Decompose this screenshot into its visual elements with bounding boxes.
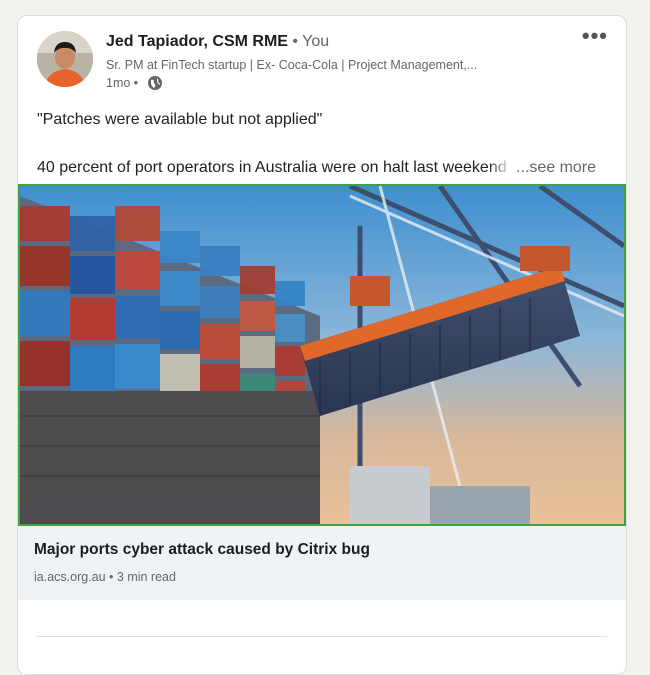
article-source: ia.acs.org.au • 3 min read <box>34 570 176 584</box>
author-name-text[interactable]: Jed Tapiador, CSM RME <box>106 33 288 50</box>
post-timestamp: 1mo • <box>106 76 139 90</box>
post-header: Jed Tapiador, CSM RME • You Sr. PM at Fi… <box>18 16 626 106</box>
author-name[interactable]: Jed Tapiador, CSM RME • You <box>106 33 329 51</box>
globe-icon <box>147 75 163 91</box>
see-more-link[interactable]: ...see more <box>516 156 596 180</box>
feed-post-card: Jed Tapiador, CSM RME • You Sr. PM at Fi… <box>17 15 627 675</box>
more-options-icon[interactable]: ••• <box>582 25 608 47</box>
shipping-containers-photo <box>20 186 624 524</box>
avatar-photo <box>37 31 93 87</box>
article-title[interactable]: Major ports cyber attack caused by Citri… <box>34 541 370 559</box>
avatar[interactable] <box>37 31 93 87</box>
divider <box>37 636 607 637</box>
post-text-line-2: 40 percent of port operators in Australi… <box>37 159 507 176</box>
article-image[interactable] <box>18 184 626 526</box>
article-link-preview[interactable]: Major ports cyber attack caused by Citri… <box>18 526 626 600</box>
post-text-line-2-row: 40 percent of port operators in Australi… <box>37 156 612 180</box>
post-body: "Patches were available but not applied"… <box>37 108 612 180</box>
author-headline: Sr. PM at FinTech startup | Ex- Coca-Col… <box>106 58 478 72</box>
connection-degree: • You <box>292 33 330 50</box>
post-text-line-1: "Patches were available but not applied" <box>37 111 323 128</box>
post-meta: 1mo • <box>106 75 163 91</box>
